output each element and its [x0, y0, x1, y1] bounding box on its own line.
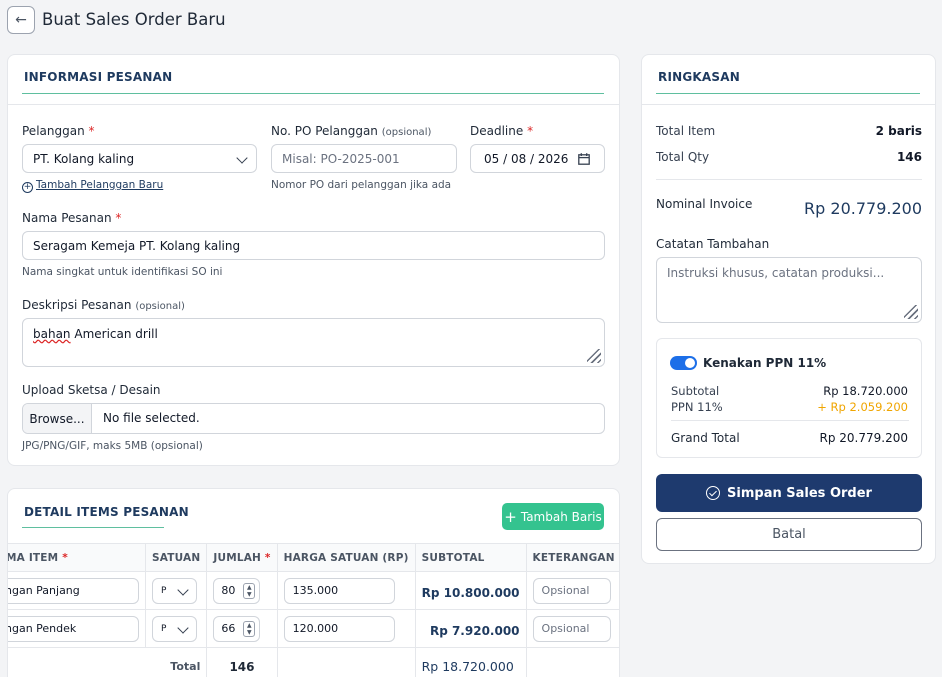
- notes-label: Catatan Tambahan: [656, 237, 770, 251]
- deadline-label: Deadline *: [470, 124, 534, 138]
- summary-divider-top: [642, 104, 935, 105]
- check-circle-icon: [706, 486, 721, 500]
- note-input[interactable]: Opsional: [532, 615, 611, 642]
- unit-select[interactable]: P: [152, 577, 197, 604]
- order-items-heading: DETAIL ITEMS PESANAN: [24, 505, 189, 519]
- description-label: Deskripsi Pesanan (opsional): [22, 298, 185, 312]
- table-total-row: Total 146 Rp 18.720.000: [8, 647, 619, 677]
- price-input[interactable]: 135.000: [283, 577, 395, 604]
- ppn-label: PPN 11%: [671, 400, 723, 414]
- chevron-down-icon: [236, 152, 248, 164]
- order-name-label: Nama Pesanan *: [22, 211, 122, 225]
- col-qty: JUMLAH *: [206, 543, 278, 572]
- order-info-heading-line: [22, 93, 604, 94]
- invoice-value: Rp 20.779.200: [804, 199, 922, 218]
- subtotal-value: Rp 18.720.000: [823, 384, 908, 398]
- order-info-card: INFORMASI PESANAN Pelanggan * PT. Kolang…: [7, 54, 620, 466]
- deadline-input[interactable]: 05 / 08 / 2026: [470, 144, 605, 173]
- summary-heading: RINGKASAN: [658, 70, 740, 84]
- summary-heading-line: [656, 93, 920, 94]
- stepper-icon[interactable]: ▲ ▼: [243, 582, 256, 599]
- plus-circle-icon: +: [22, 182, 33, 193]
- order-name-input[interactable]: Seragam Kemeja PT. Kolang kaling: [22, 231, 605, 260]
- po-label: No. PO Pelanggan (opsional): [271, 124, 432, 138]
- save-order-button[interactable]: Simpan Sales Order: [656, 474, 922, 512]
- page-title: Buat Sales Order Baru: [42, 10, 226, 29]
- summary-card: RINGKASAN Total Item 2 baris Total Qty 1…: [641, 54, 936, 564]
- qty-input[interactable]: 80 ▲ ▼: [213, 577, 261, 604]
- total-label: Total: [8, 647, 208, 677]
- table-header-row: MA ITEM * SATUAN JUMLAH * HARGA SATUAN (…: [8, 543, 619, 572]
- col-note: KETERANGAN: [526, 543, 619, 572]
- col-unit: SATUAN: [145, 543, 208, 572]
- description-value: bahan American drill: [33, 327, 158, 341]
- qty-input[interactable]: 66 ▲ ▼: [213, 615, 261, 642]
- col-price: HARGA SATUAN (RP): [277, 543, 416, 572]
- customer-select[interactable]: PT. Kolang kaling: [22, 144, 257, 173]
- customer-value: PT. Kolang kaling: [33, 151, 135, 166]
- chevron-down-icon: [177, 583, 189, 596]
- upload-help: JPG/PNG/GIF, maks 5MB (opsional): [22, 440, 203, 452]
- order-name-help: Nama singkat untuk identifikasi SO ini: [22, 266, 223, 278]
- summary-divider-mid: [656, 179, 922, 180]
- cancel-button[interactable]: Batal: [656, 518, 922, 551]
- ppn-box: Kenakan PPN 11% Subtotal Rp 18.720.000 P…: [656, 338, 922, 458]
- price-input[interactable]: 120.000: [283, 615, 395, 642]
- back-button[interactable]: ←: [7, 6, 35, 34]
- total-amount: Rp 18.720.000: [415, 647, 527, 677]
- grand-total-label: Grand Total: [671, 431, 740, 445]
- ppn-toggle[interactable]: [670, 356, 697, 370]
- upload-label: Upload Sketsa / Desain: [22, 383, 161, 397]
- order-items-heading-line: [22, 527, 164, 528]
- ppn-value: + Rp 2.059.200: [817, 400, 908, 414]
- order-info-divider: [8, 104, 619, 105]
- grand-total-value: Rp 20.779.200: [819, 431, 908, 445]
- po-input[interactable]: Misal: PO-2025-001: [271, 144, 457, 173]
- file-upload-input[interactable]: Browse... No file selected.: [22, 403, 605, 434]
- note-input[interactable]: Opsional: [532, 577, 611, 604]
- add-row-button[interactable]: + Tambah Baris: [502, 503, 604, 530]
- total-item-value: 2 baris: [875, 124, 922, 138]
- description-textarea[interactable]: bahan American drill: [22, 318, 605, 367]
- order-items-card: DETAIL ITEMS PESANAN + Tambah Baris MA IT…: [7, 488, 620, 677]
- chevron-down-icon: [177, 621, 189, 634]
- browse-button[interactable]: Browse...: [23, 404, 92, 433]
- unit-select[interactable]: P: [152, 615, 197, 642]
- table-row: ngan Pendek P 66 ▲ ▼ 120.000 Rp 7.920.000 …: [8, 609, 619, 648]
- deadline-value: 05 / 08 / 2026: [484, 151, 569, 166]
- customer-label: Pelanggan *: [22, 124, 95, 138]
- invoice-label: Nominal Invoice: [656, 197, 753, 211]
- notes-textarea[interactable]: Instruksi khusus, catatan produksi...: [656, 257, 922, 323]
- ppn-toggle-label: Kenakan PPN 11%: [703, 356, 827, 370]
- total-qty-value: 146: [896, 150, 922, 164]
- row-subtotal: Rp 7.920.000: [429, 623, 520, 638]
- total-qty: 146: [206, 647, 278, 677]
- col-item-name: MA ITEM *: [8, 543, 146, 572]
- total-qty-label: Total Qty: [656, 150, 710, 164]
- add-customer-link[interactable]: + Tambah Pelanggan Baru: [22, 179, 163, 193]
- subtotal-label: Subtotal: [671, 384, 720, 398]
- order-info-heading: INFORMASI PESANAN: [24, 70, 173, 84]
- calendar-icon[interactable]: [578, 153, 590, 168]
- arrow-left-icon: ←: [15, 12, 27, 28]
- resize-handle-icon[interactable]: [904, 305, 918, 319]
- items-table: MA ITEM * SATUAN JUMLAH * HARGA SATUAN (…: [8, 543, 619, 677]
- po-help: Nomor PO dari pelanggan jika ada: [271, 179, 452, 191]
- ppn-divider: [671, 420, 909, 421]
- table-row: ngan Panjang P 80 ▲ ▼ 135.000 Rp 10.800.00…: [8, 571, 619, 610]
- total-item-label: Total Item: [656, 124, 716, 138]
- top-bar: ← Buat Sales Order Baru: [0, 0, 942, 44]
- stepper-icon[interactable]: ▲ ▼: [243, 620, 256, 637]
- item-name-input[interactable]: ngan Pendek: [8, 615, 139, 642]
- col-subtotal: SUBTOTAL: [415, 543, 527, 572]
- row-subtotal: Rp 10.800.000: [421, 585, 520, 600]
- plus-icon: +: [504, 507, 517, 526]
- file-status: No file selected.: [103, 411, 200, 425]
- item-name-input[interactable]: ngan Panjang: [8, 577, 139, 604]
- resize-handle-icon[interactable]: [587, 349, 601, 363]
